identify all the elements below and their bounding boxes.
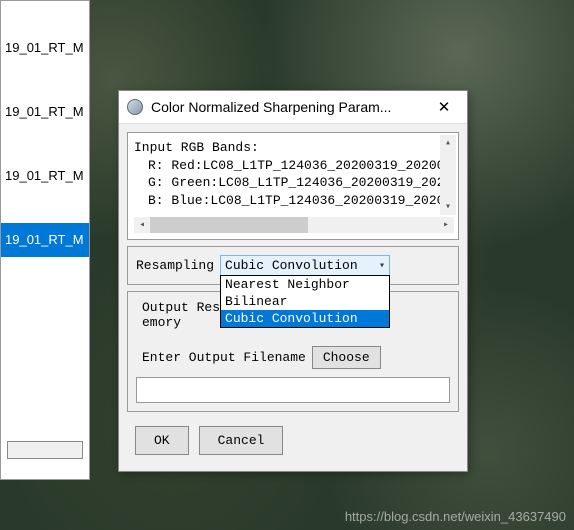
horizontal-scrollbar[interactable]: ◂ ▸ (134, 217, 454, 233)
resampling-label: Resampling (136, 258, 214, 273)
titlebar[interactable]: Color Normalized Sharpening Param... ✕ (119, 91, 467, 124)
scroll-thumb[interactable] (150, 217, 308, 233)
slider-track[interactable] (7, 441, 83, 459)
dialog-title: Color Normalized Sharpening Param... (151, 99, 429, 115)
output-filename-label: Enter Output Filename (142, 350, 306, 365)
resampling-selected: Cubic Convolution (225, 258, 358, 273)
band-g: G: Green:LC08_L1TP_124036_20200319_2020 (134, 174, 454, 192)
scroll-down-icon[interactable]: ▾ (440, 199, 456, 215)
resampling-select[interactable]: Cubic Convolution ▾ Nearest Neighbor Bil… (220, 255, 390, 276)
left-panel: 19_01_RT_M 19_01_RT_M 19_01_RT_M 19_01_R… (0, 0, 90, 480)
scroll-right-icon[interactable]: ▸ (438, 217, 454, 233)
option-cubic-convolution[interactable]: Cubic Convolution (221, 310, 389, 327)
app-icon (127, 99, 143, 115)
resampling-group: Resampling Cubic Convolution ▾ Nearest N… (127, 246, 459, 285)
choose-button[interactable]: Choose (312, 346, 381, 369)
band-b: B: Blue:LC08_L1TP_124036_20200319_20200 (134, 192, 454, 210)
input-bands-group: Input RGB Bands: R: Red:LC08_L1TP_124036… (127, 132, 459, 240)
dialog-footer: OK Cancel (127, 418, 459, 463)
chevron-down-icon: ▾ (379, 260, 385, 272)
watermark: https://blog.csdn.net/weixin_43637490 (345, 509, 566, 524)
list-item-selected[interactable]: 19_01_RT_M (1, 223, 89, 257)
ok-button[interactable]: OK (135, 426, 189, 455)
output-filename-input[interactable] (136, 377, 450, 403)
vertical-scrollbar[interactable]: ▴ ▾ (440, 135, 456, 215)
bands-header: Input RGB Bands: (134, 139, 454, 157)
list-item[interactable]: 19_01_RT_M (1, 159, 89, 193)
option-bilinear[interactable]: Bilinear (221, 293, 389, 310)
resampling-dropdown: Nearest Neighbor Bilinear Cubic Convolut… (220, 275, 390, 328)
cancel-button[interactable]: Cancel (199, 426, 284, 455)
option-nearest-neighbor[interactable]: Nearest Neighbor (221, 276, 389, 293)
band-r: R: Red:LC08_L1TP_124036_20200319_20200 (134, 157, 454, 175)
dialog-sharpening-params: Color Normalized Sharpening Param... ✕ I… (118, 90, 468, 472)
scroll-up-icon[interactable]: ▴ (440, 135, 456, 151)
scroll-left-icon[interactable]: ◂ (134, 217, 150, 233)
list-item[interactable]: 19_01_RT_M (1, 31, 89, 65)
list-item[interactable]: 19_01_RT_M (1, 95, 89, 129)
output-memory-label: emory (142, 315, 181, 330)
close-button[interactable]: ✕ (429, 97, 459, 117)
output-result-label: Output Res (142, 300, 220, 315)
